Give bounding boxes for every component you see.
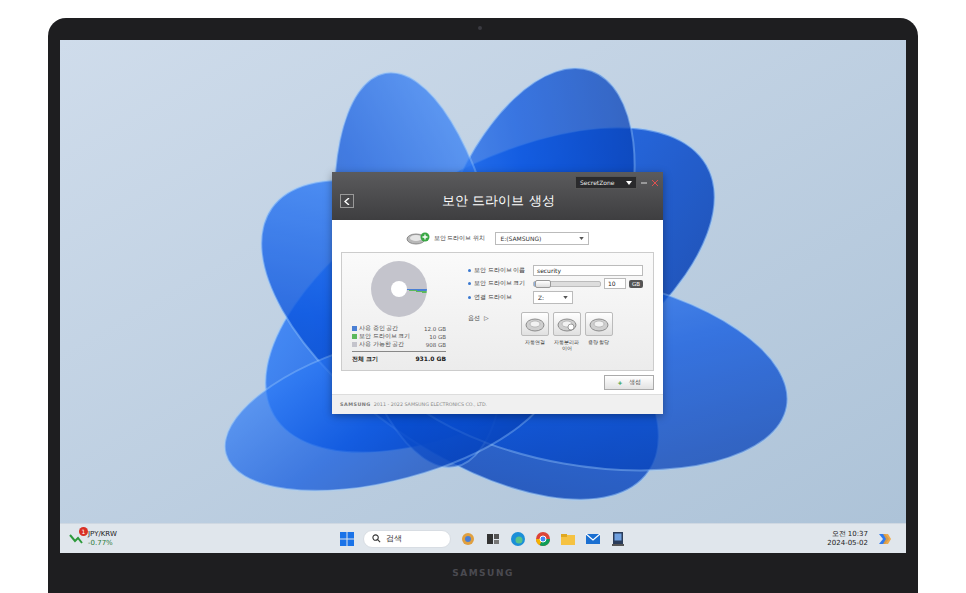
drive-option-icon bbox=[556, 315, 578, 333]
back-button[interactable] bbox=[340, 194, 354, 208]
options: 옵션▷자동연결자동분리파이어용량 할당 bbox=[468, 312, 643, 351]
search-box[interactable]: 검색 bbox=[363, 530, 451, 548]
secretzone-app-icon[interactable] bbox=[610, 531, 626, 547]
search-icon bbox=[372, 534, 381, 543]
legend-item: 사용 가능한 공간908 GB bbox=[352, 341, 446, 348]
settings-panel: 사용 중인 공간12.0 GB보안 드라이브 크기10 GB사용 가능한 공간9… bbox=[341, 252, 654, 371]
window-title: 보안 드라이브 생성 bbox=[354, 192, 655, 210]
legend-item: 보안 드라이브 크기10 GB bbox=[352, 333, 446, 340]
file-explorer-icon[interactable] bbox=[560, 531, 576, 547]
usage-legend: 사용 중인 공간12.0 GB보안 드라이브 크기10 GB사용 가능한 공간9… bbox=[352, 325, 446, 364]
form-field: 연결 드라이브Z: bbox=[468, 291, 643, 304]
camera-icon bbox=[478, 26, 482, 30]
usage-summary: 사용 중인 공간12.0 GB보안 드라이브 크기10 GB사용 가능한 공간9… bbox=[342, 253, 454, 370]
laptop-chin: SAMSUNG bbox=[60, 553, 906, 593]
chrome-icon[interactable] bbox=[535, 531, 551, 547]
location-row: 보안 드라이브 위치E:(SAMSUNG) bbox=[341, 228, 654, 248]
back-arrow-icon bbox=[344, 198, 350, 205]
start-icon[interactable] bbox=[340, 532, 354, 546]
copilot-color-icon[interactable] bbox=[876, 531, 892, 547]
unit-badge: GB bbox=[629, 280, 643, 288]
secretzone-window: SecretZone 보안 드라이브 생성보안 드라이브 위치E:(SAMSUNG… bbox=[332, 172, 663, 414]
drive-letter-select[interactable]: Z: bbox=[533, 291, 573, 304]
screen: SecretZone 보안 드라이브 생성보안 드라이브 위치E:(SAMSUNG… bbox=[60, 40, 906, 553]
option-item[interactable]: 자동분리파이어 bbox=[553, 312, 581, 351]
window-controls: SecretZone bbox=[575, 176, 659, 189]
create-button[interactable]: +생성 bbox=[604, 375, 654, 390]
name-input[interactable]: security bbox=[533, 265, 643, 276]
option-item[interactable]: 자동연결 bbox=[521, 312, 549, 351]
location-select[interactable]: E:(SAMSUNG) bbox=[495, 232, 589, 245]
title-bar: SecretZone 보안 드라이브 생성 bbox=[332, 172, 663, 220]
notification-badge: 1 bbox=[79, 527, 88, 536]
total-size: 전체 크기931.0 GB bbox=[352, 351, 446, 364]
option-item[interactable]: 용량 할당 bbox=[585, 312, 613, 351]
drive-add-icon bbox=[406, 231, 430, 245]
minimize-icon[interactable] bbox=[640, 179, 648, 187]
app-select[interactable]: SecretZone bbox=[575, 176, 637, 189]
close-icon[interactable] bbox=[651, 179, 659, 187]
desktop: SecretZone 보안 드라이브 생성보안 드라이브 위치E:(SAMSUNG… bbox=[60, 40, 906, 523]
drive-option-icon bbox=[588, 315, 610, 333]
laptop: SecretZone 보안 드라이브 생성보안 드라이브 위치E:(SAMSUNG… bbox=[48, 18, 918, 593]
window-body: 보안 드라이브 위치E:(SAMSUNG)사용 중인 공간12.0 GB보안 드… bbox=[332, 220, 663, 394]
edge-icon[interactable] bbox=[510, 531, 526, 547]
currency-widget[interactable]: 1JPY/KRW-0.77% bbox=[68, 530, 117, 546]
form-field: 보안 드라이브 이름security bbox=[468, 265, 643, 276]
page: SecretZone 보안 드라이브 생성보안 드라이브 위치E:(SAMSUNG… bbox=[0, 0, 966, 593]
usage-pie-chart bbox=[371, 261, 427, 317]
taskbar: 1JPY/KRW-0.77% 검색 오전 10:372024-05-02 bbox=[60, 523, 906, 553]
size-input[interactable]: 10 bbox=[604, 278, 626, 289]
size-slider[interactable] bbox=[533, 281, 601, 287]
drive-option-icon bbox=[524, 315, 546, 333]
clock[interactable]: 오전 10:372024-05-02 bbox=[827, 530, 868, 547]
copilot-icon[interactable] bbox=[460, 531, 476, 547]
task-view-icon[interactable] bbox=[485, 531, 501, 547]
form-field: 보안 드라이브 크기10GB bbox=[468, 278, 643, 289]
drive-form: 보안 드라이브 이름security 보안 드라이브 크기10GB 연결 드라이브Z… bbox=[454, 253, 653, 370]
device-brand: SAMSUNG bbox=[452, 568, 514, 578]
footer: SAMSUNG2011 - 2022 SAMSUNG ELECTRONICS C… bbox=[332, 394, 663, 414]
chevron-icon bbox=[563, 296, 568, 299]
chevron-icon bbox=[579, 237, 584, 240]
mail-icon[interactable] bbox=[585, 531, 601, 547]
legend-item: 사용 중인 공간12.0 GB bbox=[352, 325, 446, 332]
chevron-icon bbox=[626, 181, 632, 185]
